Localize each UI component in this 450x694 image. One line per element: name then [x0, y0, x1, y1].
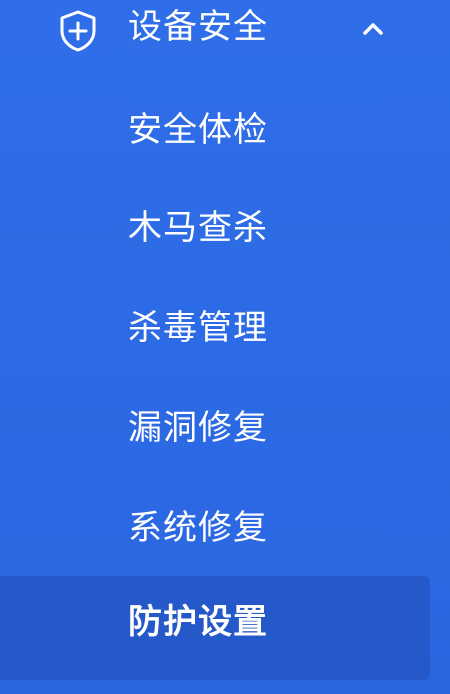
menu-item-antivirus-management[interactable]: 杀毒管理: [0, 280, 430, 376]
group-header-device-security[interactable]: 设备安全: [0, 0, 450, 58]
menu-item-label: 漏洞修复: [128, 408, 268, 448]
menu-item-label: 系统修复: [128, 508, 268, 548]
group-title: 设备安全: [128, 7, 268, 47]
menu-item-security-checkup[interactable]: 安全体检: [0, 82, 430, 178]
shield-plus-icon: [55, 8, 101, 54]
menu-item-system-repair[interactable]: 系统修复: [0, 480, 430, 576]
menu-item-trojan-scan[interactable]: 木马查杀: [0, 180, 430, 276]
menu-item-vulnerability-repair[interactable]: 漏洞修复: [0, 380, 430, 476]
menu-item-label: 杀毒管理: [128, 308, 268, 348]
menu-item-label: 安全体检: [128, 110, 268, 150]
menu-item-label: 木马查杀: [128, 208, 268, 248]
menu-item-protection-settings[interactable]: 防护设置: [0, 576, 430, 680]
sidebar-menu: 设备安全 安全体检 木马查杀 杀毒管理 漏洞修复 系统修复 防护设置: [0, 0, 450, 694]
chevron-up-icon[interactable]: [360, 16, 386, 42]
menu-item-label: 防护设置: [128, 602, 268, 642]
